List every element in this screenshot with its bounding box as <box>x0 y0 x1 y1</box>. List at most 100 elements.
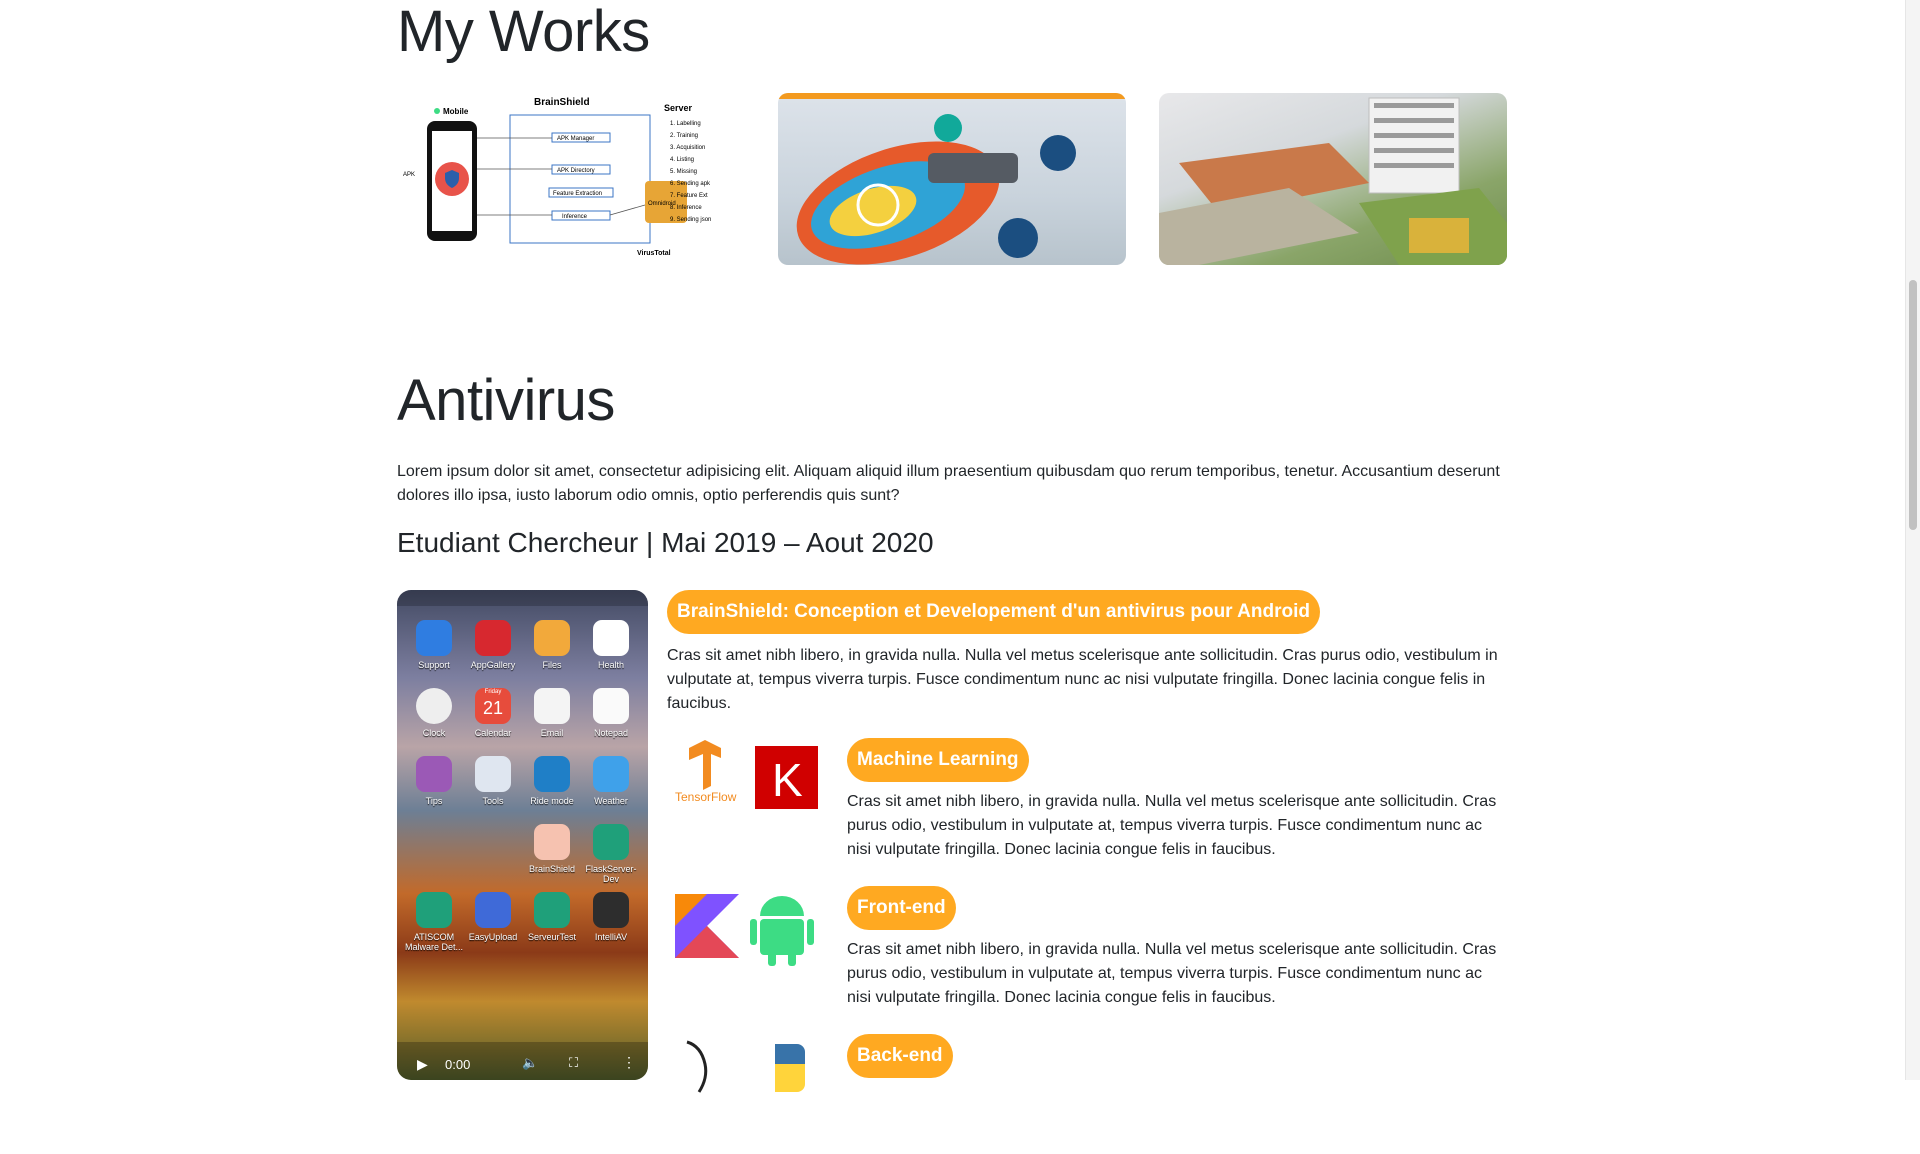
works-gallery: Mobile BrainShield Server APK Manager AP… <box>397 93 1508 268</box>
keras-letter: K <box>772 754 803 806</box>
app-label: Notepad <box>593 728 629 738</box>
app-icon <box>593 620 629 656</box>
project-content: BrainShield: Conception et Developement … <box>667 590 1508 1093</box>
app-label: ATISCOM Malware Det... <box>404 932 464 952</box>
app-icon <box>534 824 570 860</box>
app-label: Clock <box>422 728 446 738</box>
diagram-list-item: 4. Listing <box>670 157 694 163</box>
app-label: Health <box>597 660 624 670</box>
brainshield-diagram: Mobile BrainShield Server APK Manager AP… <box>403 97 711 257</box>
work-thumbnail-brainshield[interactable]: Mobile BrainShield Server APK Manager AP… <box>397 93 745 265</box>
work-thumbnail-skateboard[interactable] <box>778 93 1126 265</box>
feature-title-badge: Front-end <box>847 886 956 930</box>
architecture-image <box>1159 97 1507 265</box>
diagram-list-item: 8. Inference <box>670 205 702 211</box>
diagram-apk-label: APK <box>403 172 415 178</box>
diagram-server-label: Server <box>664 103 693 113</box>
section-title: Antivirus <box>397 368 615 433</box>
feature-text: Front-end Cras sit amet nibh libero, in … <box>847 886 1508 1010</box>
app-icon <box>593 756 629 792</box>
app-icon <box>593 824 629 860</box>
project-description: Cras sit amet nibh libero, in gravida nu… <box>667 647 1498 712</box>
app-icon <box>475 892 511 928</box>
phone-status-bar <box>397 590 648 606</box>
diagram-box-apk-directory: APK Directory <box>557 168 595 174</box>
feature-back-end: Back-end <box>667 1034 1508 1154</box>
diagram-virustotal-label: VirusTotal <box>637 250 671 257</box>
diagram-box-feature-extraction: Feature Extraction <box>553 191 602 197</box>
feature-logos: TensorFlow K <box>667 738 827 858</box>
android-icon <box>760 896 804 916</box>
app-icon <box>593 688 629 724</box>
app-icon <box>475 620 511 656</box>
feature-description: Cras sit amet nibh libero, in gravida nu… <box>847 793 1497 858</box>
play-icon[interactable]: ▶ <box>417 1056 428 1073</box>
tensorflow-icon <box>689 740 721 790</box>
app-icon <box>534 892 570 928</box>
calendar-icon: Friday 21 <box>475 688 511 724</box>
volume-icon[interactable]: 🔈 <box>522 1055 538 1071</box>
diagram-list-item: 9. Sending json <box>670 217 711 223</box>
app-label: EasyUpload <box>468 932 518 942</box>
app-label: Calendar <box>474 728 512 738</box>
flask-icon <box>686 1040 708 1093</box>
diagram-mobile-label: Mobile <box>443 107 469 116</box>
feature-title-badge: Back-end <box>847 1034 953 1078</box>
app-icon <box>593 892 629 928</box>
scrollbar-thumb[interactable] <box>1909 280 1917 530</box>
more-options-icon[interactable]: ⋮ <box>622 1054 636 1071</box>
diagram-box-inference: Inference <box>562 214 588 220</box>
app-label: IntelliAV <box>594 932 628 942</box>
flask-python-logos <box>686 1040 805 1093</box>
video-time: 0:00 <box>445 1057 471 1072</box>
fullscreen-icon[interactable]: ⛶ <box>569 1055 578 1071</box>
diagram-list-item: 7. Feature Ext <box>670 193 708 199</box>
app-icon <box>416 688 452 724</box>
diagram-list-item: 1. Labelling <box>670 121 701 127</box>
role-heading: Etudiant Chercheur | Mai 2019 – Aout 202… <box>397 527 934 558</box>
feature-logos <box>667 1034 827 1154</box>
kotlin-android-logos <box>675 894 814 966</box>
app-label: Email <box>540 728 564 738</box>
calendar-day: Friday <box>484 689 502 695</box>
app-icon <box>416 620 452 656</box>
feature-text: Machine Learning Cras sit amet nibh libe… <box>847 738 1508 862</box>
skateboard-image <box>796 114 1076 265</box>
video-controls-bar: ▶ 0:00 🔈 ⛶ ⋮ <box>397 1042 648 1080</box>
diagram-list-item: 5. Missing <box>670 169 697 175</box>
app-icon <box>475 756 511 792</box>
app-icon <box>534 620 570 656</box>
python-icon <box>775 1044 805 1064</box>
app-icon <box>534 688 570 724</box>
vertical-scrollbar[interactable] <box>1905 0 1920 1080</box>
feature-title-badge: Machine Learning <box>847 738 1029 782</box>
diagram-box-apk-manager: APK Manager <box>557 136 594 142</box>
diagram-list-item: 2. Training <box>670 133 698 139</box>
app-icon <box>416 756 452 792</box>
app-icon <box>534 756 570 792</box>
app-label: ServeurTest <box>527 932 577 942</box>
feature-machine-learning: TensorFlow K Machine Learning Cras sit a… <box>667 738 1508 858</box>
diagram-title: BrainShield <box>534 97 590 108</box>
works-title: My Works <box>397 0 650 64</box>
app-label: AppGallery <box>470 660 516 670</box>
work-thumbnail-architecture[interactable] <box>1159 93 1507 265</box>
tensorflow-keras-logos: TensorFlow K <box>675 740 818 809</box>
diagram-list-item: 6. Sending apk <box>670 181 711 187</box>
app-label: Support <box>418 660 450 670</box>
app-icon <box>416 892 452 928</box>
app-label: Ride mode <box>530 796 574 806</box>
diagram-list-item: 3. Acquisition <box>670 145 705 151</box>
tensorflow-label: TensorFlow <box>675 790 737 804</box>
app-label: Weather <box>594 796 628 806</box>
section-intro: Lorem ipsum dolor sit amet, consectetur … <box>397 463 1500 504</box>
calendar-date: 21 <box>482 698 504 718</box>
app-label: Tips <box>425 796 443 806</box>
phone-screenshot[interactable]: Support AppGallery Files Health Clock Fr… <box>397 590 648 1080</box>
app-label: Tools <box>482 796 504 806</box>
feature-front-end: Front-end Cras sit amet nibh libero, in … <box>667 886 1508 1006</box>
feature-description: Cras sit amet nibh libero, in gravida nu… <box>847 941 1497 1006</box>
app-label: FlaskServer-Dev <box>585 864 637 884</box>
feature-logos <box>667 886 827 1006</box>
app-label: Files <box>542 660 562 670</box>
